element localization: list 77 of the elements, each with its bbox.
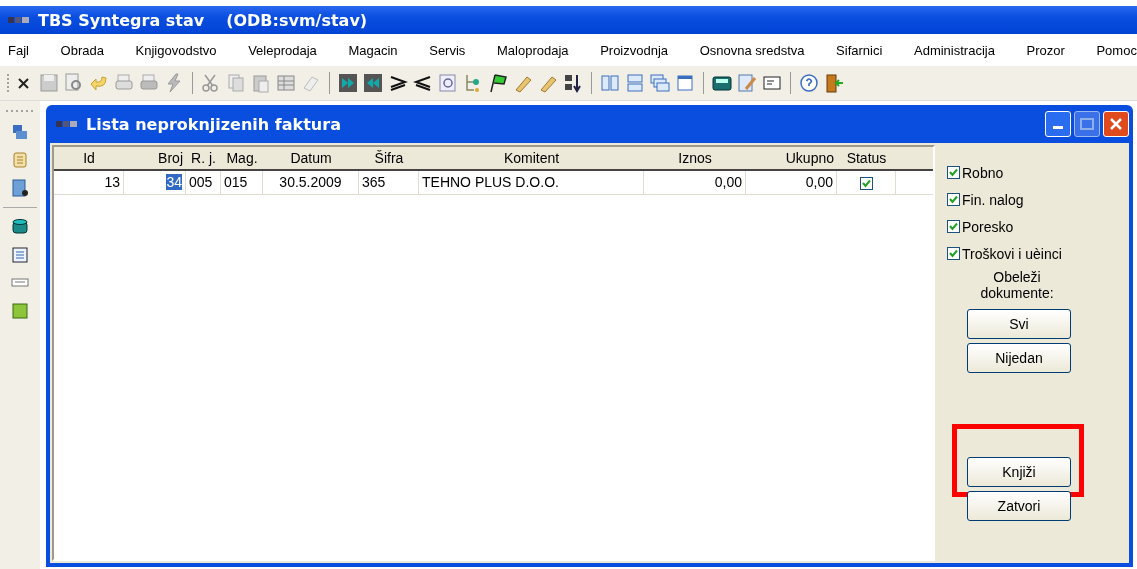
maximize-icon <box>1080 118 1094 130</box>
menu-item[interactable]: Sifarnici <box>836 42 883 58</box>
status-checkbox[interactable] <box>859 176 873 190</box>
menu-item[interactable]: Knjigovodstvo <box>135 42 217 58</box>
windows-icon[interactable] <box>11 123 29 141</box>
checkbox-label: Troškovi i uèinci <box>962 245 1062 262</box>
checkbox-label: Robno <box>962 164 1004 181</box>
menu-item[interactable]: Proizvodnja <box>600 42 669 58</box>
magnifier-page-icon[interactable] <box>437 72 459 94</box>
table-cell: 0,00 <box>714 174 742 190</box>
menu-item[interactable]: Prozor <box>1026 42 1065 58</box>
column-header[interactable]: Mag. <box>221 147 263 169</box>
minimize-icon <box>1053 126 1063 130</box>
action-button[interactable]: Zatvori <box>967 491 1071 521</box>
tile-vertical-icon[interactable] <box>599 72 621 94</box>
menu-item[interactable]: Fajl <box>8 42 29 58</box>
checkbox-label: Poresko <box>962 218 1014 235</box>
paste-icon[interactable] <box>250 72 272 94</box>
table-cell: 30.5.2009 <box>279 174 342 190</box>
scroll-icon[interactable] <box>11 151 29 169</box>
column-header[interactable]: Šifra <box>359 147 419 169</box>
grid-icon[interactable] <box>275 72 297 94</box>
window-icon[interactable] <box>674 72 696 94</box>
column-header[interactable]: Ukupno <box>746 147 837 169</box>
window-icon <box>56 120 78 128</box>
window-title: Lista neproknjizenih faktura <box>86 114 341 134</box>
app-title: TBS Syntegra stav <box>38 10 205 30</box>
column-header[interactable]: R. j. <box>186 147 221 169</box>
next-record-icon[interactable] <box>337 72 359 94</box>
table-cell: 0,00 <box>805 174 833 190</box>
checkbox[interactable] <box>947 193 960 206</box>
mark-label: Obeleži dokumente: <box>979 269 1055 301</box>
menu-item[interactable]: Obrada <box>60 42 104 58</box>
sort-icon[interactable] <box>562 72 584 94</box>
column-header[interactable]: Iznos <box>644 147 746 169</box>
action-button[interactable]: Knjiži <box>967 457 1071 487</box>
flag-icon[interactable] <box>487 72 509 94</box>
help-icon[interactable] <box>798 72 820 94</box>
grip-icon <box>6 72 10 94</box>
table-cell: 015 <box>224 174 248 190</box>
checkbox[interactable] <box>947 166 960 179</box>
table-cell: 005 <box>189 174 213 190</box>
grip-icon <box>5 109 35 113</box>
checkbox[interactable] <box>947 220 960 233</box>
menu-item[interactable]: Servis <box>429 42 466 58</box>
database-icon[interactable] <box>11 218 29 236</box>
column-header[interactable]: Datum <box>263 147 359 169</box>
column-header[interactable]: Komitent <box>419 147 644 169</box>
close-icon <box>1110 118 1122 130</box>
book-icon[interactable] <box>11 179 29 197</box>
close-button[interactable] <box>1103 111 1129 137</box>
table-cell: 13 <box>104 174 120 190</box>
cascade-icon[interactable] <box>649 72 671 94</box>
table-cell: TEHNO PLUS D.O.O. <box>422 174 559 190</box>
tile-horizontal-icon[interactable] <box>624 72 646 94</box>
menu-item[interactable]: Veleprodaja <box>248 42 317 58</box>
table-cell: 34 <box>166 174 182 190</box>
column-header[interactable]: Id <box>54 147 124 169</box>
notebook-icon[interactable] <box>11 302 29 320</box>
column-header[interactable]: Status <box>837 147 896 169</box>
menu-item[interactable]: Osnovna sredstva <box>699 42 805 58</box>
list-icon[interactable] <box>11 246 29 264</box>
menu-item[interactable]: Pomoc <box>1096 42 1137 58</box>
mark-button[interactable]: Nijedan <box>967 343 1071 373</box>
menu-item[interactable]: Maloprodaja <box>496 42 569 58</box>
menu-item[interactable]: Administracija <box>914 42 995 58</box>
table-cell: 365 <box>362 174 386 190</box>
mark-button[interactable]: Svi <box>967 309 1071 339</box>
minimize-button[interactable] <box>1045 111 1071 137</box>
checkbox-label: Fin. nalog <box>962 191 1024 208</box>
previous-record-icon[interactable] <box>362 72 384 94</box>
checkbox[interactable] <box>947 247 960 260</box>
app-icon <box>8 16 30 24</box>
column-header[interactable]: Broj <box>124 147 186 169</box>
menu-item[interactable]: Magacin <box>348 42 398 58</box>
exit-door-icon[interactable] <box>823 72 845 94</box>
app-subtitle: (ODB:svm/stav) <box>226 10 368 30</box>
